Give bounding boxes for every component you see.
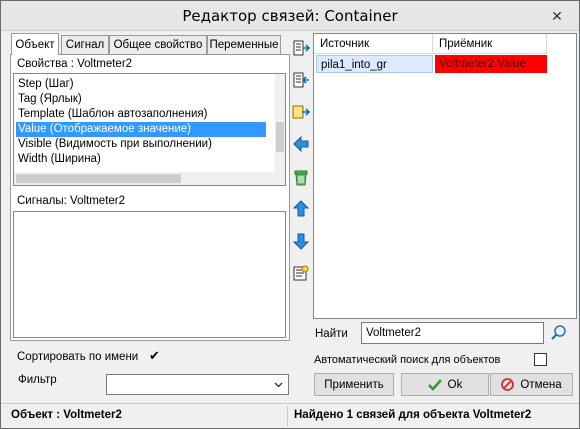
find-value: Voltmeter2 [366,327,421,339]
close-icon[interactable]: ✕ [548,7,566,25]
horizontal-scroll-thumb[interactable] [16,174,181,183]
tab-object[interactable]: Объект [11,33,59,55]
links-table[interactable]: Источник Приёмник pila1_into_gr Voltmete… [313,33,577,319]
cancel-button[interactable]: Отмена [490,373,573,396]
tab-common-property[interactable]: Общее свойство [109,35,207,54]
title-bar[interactable]: Редактор связей: Container ✕ [1,1,579,31]
sort-by-name-checkbox[interactable]: ✔ [148,349,161,363]
auto-search-label: Автоматический поиск для объектов [314,354,501,366]
filter-select[interactable] [106,374,289,395]
insert-link-2-icon[interactable] [291,69,311,91]
properties-vertical-scrollbar[interactable] [275,74,285,172]
list-item-selected[interactable]: Value (Отображаемое значение) [16,122,266,137]
list-item[interactable]: Visible (Видимость при выполнении) [16,137,212,152]
apply-button[interactable]: Применить [314,373,394,396]
filter-label: Фильтр [18,374,57,386]
tab-signal[interactable]: Сигнал [61,35,109,54]
find-label: Найти [315,328,348,340]
find-input[interactable]: Voltmeter2 [361,322,544,344]
status-divider [287,406,288,426]
properties-list[interactable]: Step (Шаг) Tag (Ярлык) Template (Шаблон … [13,73,286,186]
sort-by-name-label: Сортировать по имени [17,351,139,363]
tab-panel: Свойства : Voltmeter2 Step (Шаг) Tag (Яр… [10,54,290,341]
source-cell[interactable]: pila1_into_gr [316,55,433,73]
signals-label: Сигналы: Voltmeter2 [17,195,126,207]
status-bar: Объект : Voltmeter2 Найдено 1 связей для… [1,403,579,428]
window-title: Редактор связей: Container [182,7,398,25]
cancel-label: Отмена [520,378,562,391]
chevron-down-icon [274,382,283,388]
tab-variables[interactable]: Переменные [207,35,281,54]
vertical-scroll-thumb[interactable] [276,122,284,152]
list-item[interactable]: Template (Шаблон автозаполнения) [16,107,207,122]
target-cell[interactable]: Voltmeter2.Value [435,55,547,73]
insert-link-icon[interactable] [291,37,311,59]
list-item[interactable]: Width (Ширина) [16,152,101,167]
search-icon[interactable] [550,324,567,344]
move-down-icon[interactable] [291,230,311,252]
apply-label: Применить [324,378,384,391]
delete-icon[interactable] [291,167,311,189]
checkmark-icon [427,378,442,391]
list-item[interactable]: Tag (Ярлык) [16,92,82,107]
status-object: Объект : Voltmeter2 [11,409,122,421]
ok-button[interactable]: Ok [401,373,489,396]
signals-list[interactable] [13,211,286,338]
status-links-found: Найдено 1 связей для объекта Voltmeter2 [294,409,532,421]
cancel-icon [501,378,515,391]
move-up-icon[interactable] [291,198,311,220]
properties-label: Свойства : Voltmeter2 [17,58,133,70]
list-item[interactable]: Step (Шаг) [16,77,74,92]
ok-label: Ok [447,378,463,391]
link-right-icon[interactable] [291,101,311,123]
column-header-target[interactable]: Приёмник [433,34,547,54]
properties-horizontal-scrollbar[interactable] [14,172,285,185]
auto-search-checkbox[interactable] [534,353,547,366]
link-editor-window: Редактор связей: Container ✕ Объект Сигн… [0,0,580,429]
column-header-source[interactable]: Источник [314,34,433,54]
arrow-left-icon[interactable] [291,133,311,155]
properties-icon[interactable] [291,262,311,284]
